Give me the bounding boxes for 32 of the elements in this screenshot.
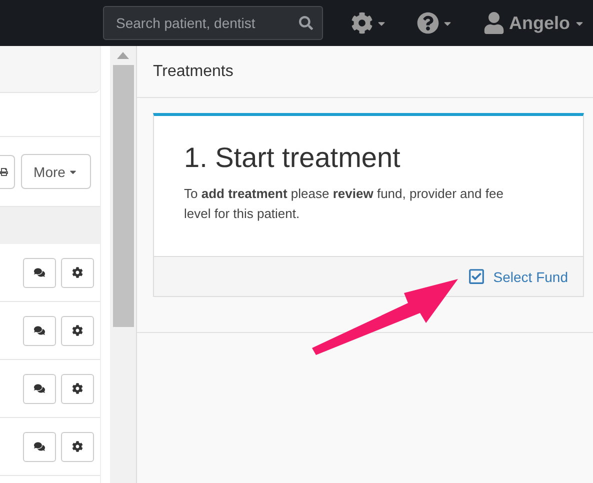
settings-menu[interactable] (351, 12, 387, 34)
gear-icon (351, 12, 373, 34)
settings-button[interactable] (61, 432, 94, 462)
comment-icon (34, 267, 45, 278)
gear-icon (72, 325, 83, 336)
comment-button[interactable] (23, 316, 56, 346)
gear-icon (72, 441, 83, 452)
comment-icon (34, 441, 45, 452)
card-text: To add treatment please review fund, provider and fee level for this patient. (184, 185, 504, 223)
comment-button[interactable] (23, 374, 56, 404)
comment-button[interactable] (23, 258, 56, 288)
scrollbar[interactable] (110, 46, 137, 483)
user-icon (483, 12, 505, 34)
panel-title: Treatments (153, 62, 234, 80)
search-field[interactable]: Search patient, dentist (103, 6, 323, 40)
search-icon (299, 16, 313, 30)
help-menu[interactable] (417, 12, 453, 34)
gear-icon (72, 383, 83, 394)
help-icon (417, 12, 439, 34)
settings-button[interactable] (61, 316, 94, 346)
comment-icon (34, 383, 45, 394)
select-fund-link[interactable]: Select Fund (468, 268, 568, 285)
comment-icon (34, 325, 45, 336)
card-heading: 1. Start treatment (184, 142, 402, 174)
gear-icon (72, 267, 83, 278)
more-button[interactable]: More (21, 154, 91, 189)
user-menu[interactable]: Angelo (483, 12, 585, 34)
comment-button[interactable] (23, 432, 56, 462)
checkbox-icon (468, 268, 486, 285)
print-button[interactable] (0, 154, 15, 188)
settings-button[interactable] (61, 374, 94, 404)
settings-button[interactable] (61, 258, 94, 288)
